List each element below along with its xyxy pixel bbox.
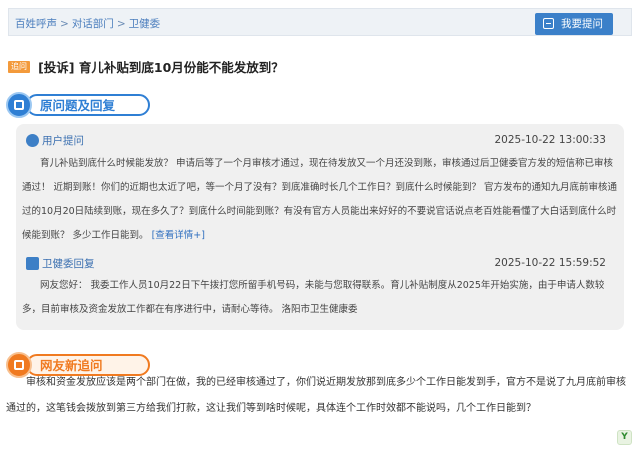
question-author: 用户提问 (42, 135, 84, 147)
followup-tag: 追问 (8, 60, 30, 73)
ask-icon (543, 18, 554, 29)
breadcrumb-bar: 百姓呼声 > 对话部门 > 卫健委 我要提问 (8, 8, 632, 36)
question-text: 育儿补贴到底什么时候能发放？ 申请后等了一个月审核才通过，现在待发放又一个月还没… (22, 158, 618, 241)
qa-box: 用户提问 2025-10-22 13:00:33 育儿补贴到底什么时候能发放？ … (16, 124, 624, 330)
department-icon (26, 257, 39, 270)
question-body: 育儿补贴到底什么时候能发放？ 申请后等了一个月审核才通过，现在待发放又一个月还没… (22, 152, 620, 248)
ask-question-button[interactable]: 我要提问 (535, 13, 613, 35)
section-label-original: 原问题及回复 (26, 94, 150, 116)
reply-text: 网友您好： 我委工作人员10月22日下午拨打您所留手机号码，未能与您取得联系。育… (22, 280, 605, 315)
breadcrumb-separator: > (116, 18, 126, 30)
post-title: [投诉] 育儿补贴到底10月份能不能发放到？ (38, 60, 284, 75)
question-header: 用户提问 (26, 133, 84, 149)
ask-question-label: 我要提问 (561, 18, 603, 30)
brand-icon: Y (617, 430, 632, 445)
breadcrumb: 百姓呼声 > 对话部门 > 卫健委 (15, 16, 160, 31)
reply-header: 卫健委回复 (26, 256, 95, 272)
user-icon (26, 134, 39, 147)
post-title-row: 追问 [投诉] 育儿补贴到底10月份能不能发放到？ (8, 56, 284, 75)
question-time: 2025-10-22 13:00:33 (494, 134, 606, 146)
breadcrumb-separator: > (60, 18, 69, 30)
qa-badge-icon (6, 92, 32, 118)
section-header-original: 原问题及回复 (6, 92, 156, 118)
breadcrumb-link-dialogue[interactable]: 对话部门 (72, 18, 114, 30)
reply-time: 2025-10-22 15:59:52 (494, 257, 606, 269)
followup-text: 审核和资金发放应该是两个部门在做，我的已经审核通过了，你们说近期发放那到底多少个… (6, 377, 626, 414)
breadcrumb-link-health-commission[interactable]: 卫健委 (129, 18, 161, 30)
breadcrumb-link-home[interactable]: 百姓呼声 (15, 18, 57, 30)
reply-author: 卫健委回复 (42, 258, 95, 270)
view-details-link[interactable]: [查看详情+] (152, 230, 205, 241)
